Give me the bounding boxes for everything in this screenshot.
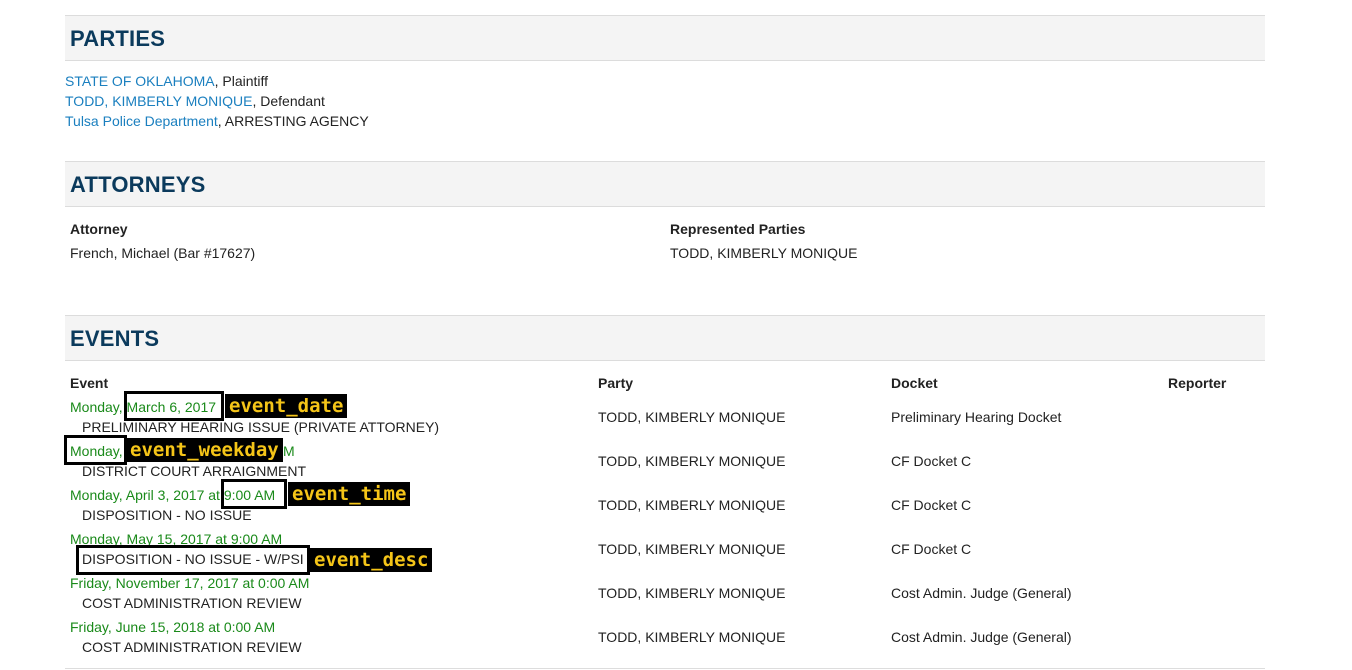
represented-parties-column-header: Represented Parties	[670, 221, 806, 237]
event-weekday-annotation-box	[64, 435, 127, 465]
attorneys-section-header: ATTORNEYS	[65, 161, 1265, 207]
party-role: , Defendant	[252, 93, 325, 109]
event-desc-annotation-label: event_desc	[310, 548, 433, 572]
event-docket: CF Docket C	[891, 541, 972, 557]
event-docket: Cost Admin. Judge (General)	[891, 629, 1072, 645]
attorney-column-header: Attorney	[70, 221, 128, 237]
party-column-header: Party	[598, 375, 634, 391]
event-date-annotation-box	[124, 391, 224, 421]
event-weekday-annotation-label: event_weekday	[126, 438, 283, 462]
attorneys-title: ATTORNEYS	[70, 172, 206, 197]
event-datetime: Friday, June 15, 2018 at 0:00 AM	[70, 619, 276, 635]
party-link[interactable]: TODD, KIMBERLY MONIQUE	[65, 93, 252, 109]
party-row: TODD, KIMBERLY MONIQUE, Defendant	[65, 93, 325, 109]
party-link[interactable]: STATE OF OKLAHOMA	[65, 73, 215, 89]
events-title: EVENTS	[70, 326, 160, 351]
event-description: COST ADMINISTRATION REVIEW	[82, 639, 302, 655]
event-datetime: Friday, November 17, 2017 at 0:00 AM	[70, 575, 310, 591]
party-role: , Plaintiff	[214, 73, 269, 89]
parties-title: PARTIES	[70, 26, 166, 51]
event-date-annotation-label: event_date	[225, 394, 348, 418]
event-docket: Cost Admin. Judge (General)	[891, 585, 1072, 601]
attorney-name: French, Michael (Bar #17627)	[70, 245, 256, 261]
event-desc-annotation-box	[76, 545, 310, 575]
party-role: , ARRESTING AGENCY	[217, 113, 369, 129]
event-docket: CF Docket C	[891, 453, 972, 469]
event-party: TODD, KIMBERLY MONIQUE	[598, 629, 786, 645]
event-party: TODD, KIMBERLY MONIQUE	[598, 453, 786, 469]
event-description: PRELIMINARY HEARING ISSUE (PRIVATE ATTOR…	[82, 419, 440, 435]
event-description: COST ADMINISTRATION REVIEW	[82, 595, 302, 611]
represented-party: TODD, KIMBERLY MONIQUE	[670, 245, 858, 261]
event-time-annotation-label: event_time	[288, 482, 411, 506]
event-party: TODD, KIMBERLY MONIQUE	[598, 409, 786, 425]
event-party: TODD, KIMBERLY MONIQUE	[598, 497, 786, 513]
event-docket: Preliminary Hearing Docket	[891, 409, 1062, 425]
bottom-divider	[65, 668, 1265, 669]
party-row: Tulsa Police Department, ARRESTING AGENC…	[65, 113, 369, 129]
party-row: STATE OF OKLAHOMA, Plaintiff	[65, 73, 268, 89]
docket-column-header: Docket	[891, 375, 938, 391]
parties-section-header: PARTIES	[65, 15, 1265, 61]
event-column-header: Event	[70, 375, 109, 391]
event-description: DISPOSITION - NO ISSUE	[82, 507, 252, 523]
events-section-header: EVENTS	[65, 315, 1265, 361]
event-time-annotation-box	[221, 479, 287, 509]
event-docket: CF Docket C	[891, 497, 972, 513]
event-party: TODD, KIMBERLY MONIQUE	[598, 585, 786, 601]
party-link[interactable]: Tulsa Police Department	[65, 113, 218, 129]
reporter-column-header: Reporter	[1168, 375, 1227, 391]
event-party: TODD, KIMBERLY MONIQUE	[598, 541, 786, 557]
event-description: DISTRICT COURT ARRAIGNMENT	[82, 463, 307, 479]
